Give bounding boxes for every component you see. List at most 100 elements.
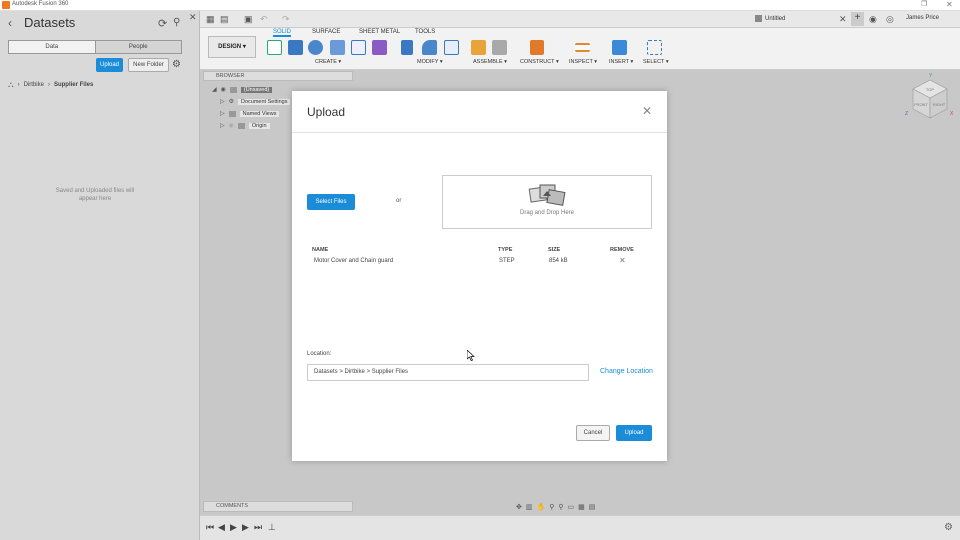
tree-item-origin[interactable]: ▷ ◉ Origin [220, 122, 270, 129]
change-location-link[interactable]: Change Location [600, 368, 653, 375]
file-size: 854 kB [549, 258, 568, 264]
orbit-icon[interactable]: ✥ [516, 503, 522, 511]
fit-icon[interactable]: ⚲ [558, 503, 563, 511]
undo-icon[interactable]: ↶ [260, 14, 268, 25]
step-back-icon[interactable]: ◀ [218, 522, 225, 533]
select-icon[interactable] [647, 40, 662, 55]
column-header-name: NAME [312, 247, 329, 253]
new-component-icon[interactable] [471, 40, 486, 55]
tree-item-label: Named Views [239, 110, 280, 117]
data-panel: ‹ Datasets ⟳ ⚲ ✕ Data People Upload New … [0, 11, 200, 540]
create-form-icon[interactable] [372, 40, 387, 55]
tree-item-named-views[interactable]: ▷ Named Views [220, 110, 280, 117]
tab-solid[interactable]: SOLID [273, 29, 292, 37]
joint-icon[interactable] [492, 40, 507, 55]
go-to-end-icon[interactable]: ⏭ [254, 522, 262, 533]
offset-plane-icon[interactable] [530, 40, 544, 55]
close-tab-icon[interactable]: ✕ [839, 14, 847, 25]
select-menu[interactable]: SELECT ▾ [643, 59, 669, 65]
comments-panel[interactable]: COMMENTS [203, 501, 353, 512]
browser-label: BROWSER [216, 73, 245, 79]
user-name[interactable]: James Price [906, 15, 939, 21]
tab-surface[interactable]: SURFACE [312, 29, 340, 35]
tab-tools[interactable]: TOOLS [415, 29, 435, 35]
restore-window-icon[interactable]: ❐ [921, 0, 927, 8]
pan-icon[interactable]: ✋ [537, 503, 546, 511]
gear-icon[interactable]: ⚙ [172, 59, 181, 70]
hub-icon[interactable]: ⛬ [8, 80, 14, 90]
upload-button[interactable]: Upload [96, 58, 123, 72]
new-folder-button[interactable]: New Folder [128, 58, 169, 72]
workspace-switcher[interactable]: DESIGN ▾ [208, 36, 256, 58]
expand-arrow-icon[interactable]: ▷ [220, 98, 225, 105]
tab-people[interactable]: People [95, 41, 181, 53]
drag-drop-text: Drag and Drop Here [519, 210, 575, 216]
hole-icon[interactable] [330, 40, 345, 55]
visibility-eye-icon[interactable]: ◉ [221, 86, 226, 93]
location-path: Datasets > Dirtbike > Supplier Files [307, 364, 589, 381]
go-to-start-icon[interactable]: ⏮ [206, 522, 214, 533]
tab-data[interactable]: Data [9, 41, 96, 53]
mouse-cursor-icon [467, 350, 475, 361]
timeline-marker-icon[interactable]: ⊥ [268, 522, 276, 533]
visibility-eye-icon[interactable]: ◉ [229, 122, 234, 129]
job-status-icon[interactable]: ◎ [886, 14, 894, 25]
play-icon[interactable]: ▶ [230, 522, 237, 533]
grid-menu-icon[interactable]: ▦ [206, 14, 215, 25]
assemble-menu[interactable]: ASSEMBLE ▾ [473, 59, 507, 65]
document-title: Untitled [765, 15, 786, 22]
look-at-icon[interactable]: ▥ [526, 503, 533, 511]
viewports-icon[interactable]: ▤ [589, 503, 596, 511]
back-arrow-icon[interactable]: ‹ [8, 16, 12, 30]
expand-arrow-icon[interactable]: ▷ [220, 122, 225, 129]
inspect-menu[interactable]: INSPECT ▾ [569, 59, 597, 65]
insert-menu[interactable]: INSERT ▾ [609, 59, 633, 65]
measure-icon[interactable] [575, 43, 590, 52]
refresh-icon[interactable]: ⟳ [158, 17, 167, 30]
browser-header[interactable]: BROWSER [203, 71, 353, 81]
save-icon[interactable]: ▣ [244, 14, 253, 25]
expand-arrow-icon[interactable]: ▷ [220, 110, 225, 117]
collapse-arrow-icon[interactable]: ◢ [212, 86, 217, 93]
dialog-upload-button[interactable]: Upload [616, 425, 652, 441]
extensions-icon[interactable]: ◉ [869, 14, 877, 25]
document-tab[interactable]: Untitled [755, 15, 785, 22]
file-icon[interactable]: ▤ [220, 14, 229, 25]
timeline-settings-icon[interactable]: ⚙ [944, 522, 953, 533]
close-dialog-icon[interactable]: ✕ [642, 104, 652, 118]
tree-item-document-settings[interactable]: ▷ ⚙ Document Settings [220, 98, 291, 105]
construct-menu[interactable]: CONSTRUCT ▾ [520, 59, 559, 65]
drop-zone[interactable]: Drag and Drop Here [442, 175, 652, 229]
zoom-icon[interactable]: ⚲ [549, 503, 554, 511]
create-sketch-icon[interactable] [267, 40, 282, 55]
create-menu[interactable]: CREATE ▾ [315, 59, 341, 65]
select-files-button[interactable]: Select Files [307, 194, 355, 210]
press-pull-icon[interactable] [401, 40, 413, 55]
pattern-icon[interactable] [351, 40, 366, 55]
tree-item-root[interactable]: ◢ ◉ (Unsaved) [212, 86, 273, 93]
tab-sheet-metal[interactable]: SHEET METAL [359, 29, 400, 35]
fillet-icon[interactable] [422, 40, 437, 55]
search-icon[interactable]: ⚲ [173, 17, 180, 28]
remove-file-icon[interactable]: ✕ [619, 256, 626, 265]
redo-icon[interactable]: ↷ [282, 14, 290, 25]
new-tab-icon[interactable]: + [851, 12, 864, 26]
quick-access-bar: ▦ ▤ ▣ ↶ ↷ Untitled ✕ + ◉ ◎ James Price [200, 11, 960, 28]
cancel-button[interactable]: Cancel [576, 425, 610, 441]
comments-label: COMMENTS [216, 503, 249, 509]
modify-menu[interactable]: MODIFY ▾ [417, 59, 443, 65]
shell-icon[interactable] [444, 40, 459, 55]
breadcrumb: ⛬ › Dirtbike › Supplier Files [8, 80, 93, 90]
close-window-icon[interactable]: ✕ [946, 0, 953, 9]
revolve-icon[interactable] [308, 40, 323, 55]
step-forward-icon[interactable]: ▶ [242, 522, 249, 533]
extrude-icon[interactable] [288, 40, 303, 55]
breadcrumb-item-dirtbike[interactable]: Dirtbike [24, 82, 44, 88]
display-settings-icon[interactable]: ▭ [568, 503, 575, 511]
folder-icon [228, 110, 236, 117]
close-panel-icon[interactable]: ✕ [189, 12, 197, 23]
viewcube[interactable]: TOP FRONT RIGHT Y Z X [905, 72, 955, 127]
insert-image-icon[interactable] [612, 40, 627, 55]
grid-settings-icon[interactable]: ▦ [578, 503, 585, 511]
dialog-divider [292, 132, 667, 133]
